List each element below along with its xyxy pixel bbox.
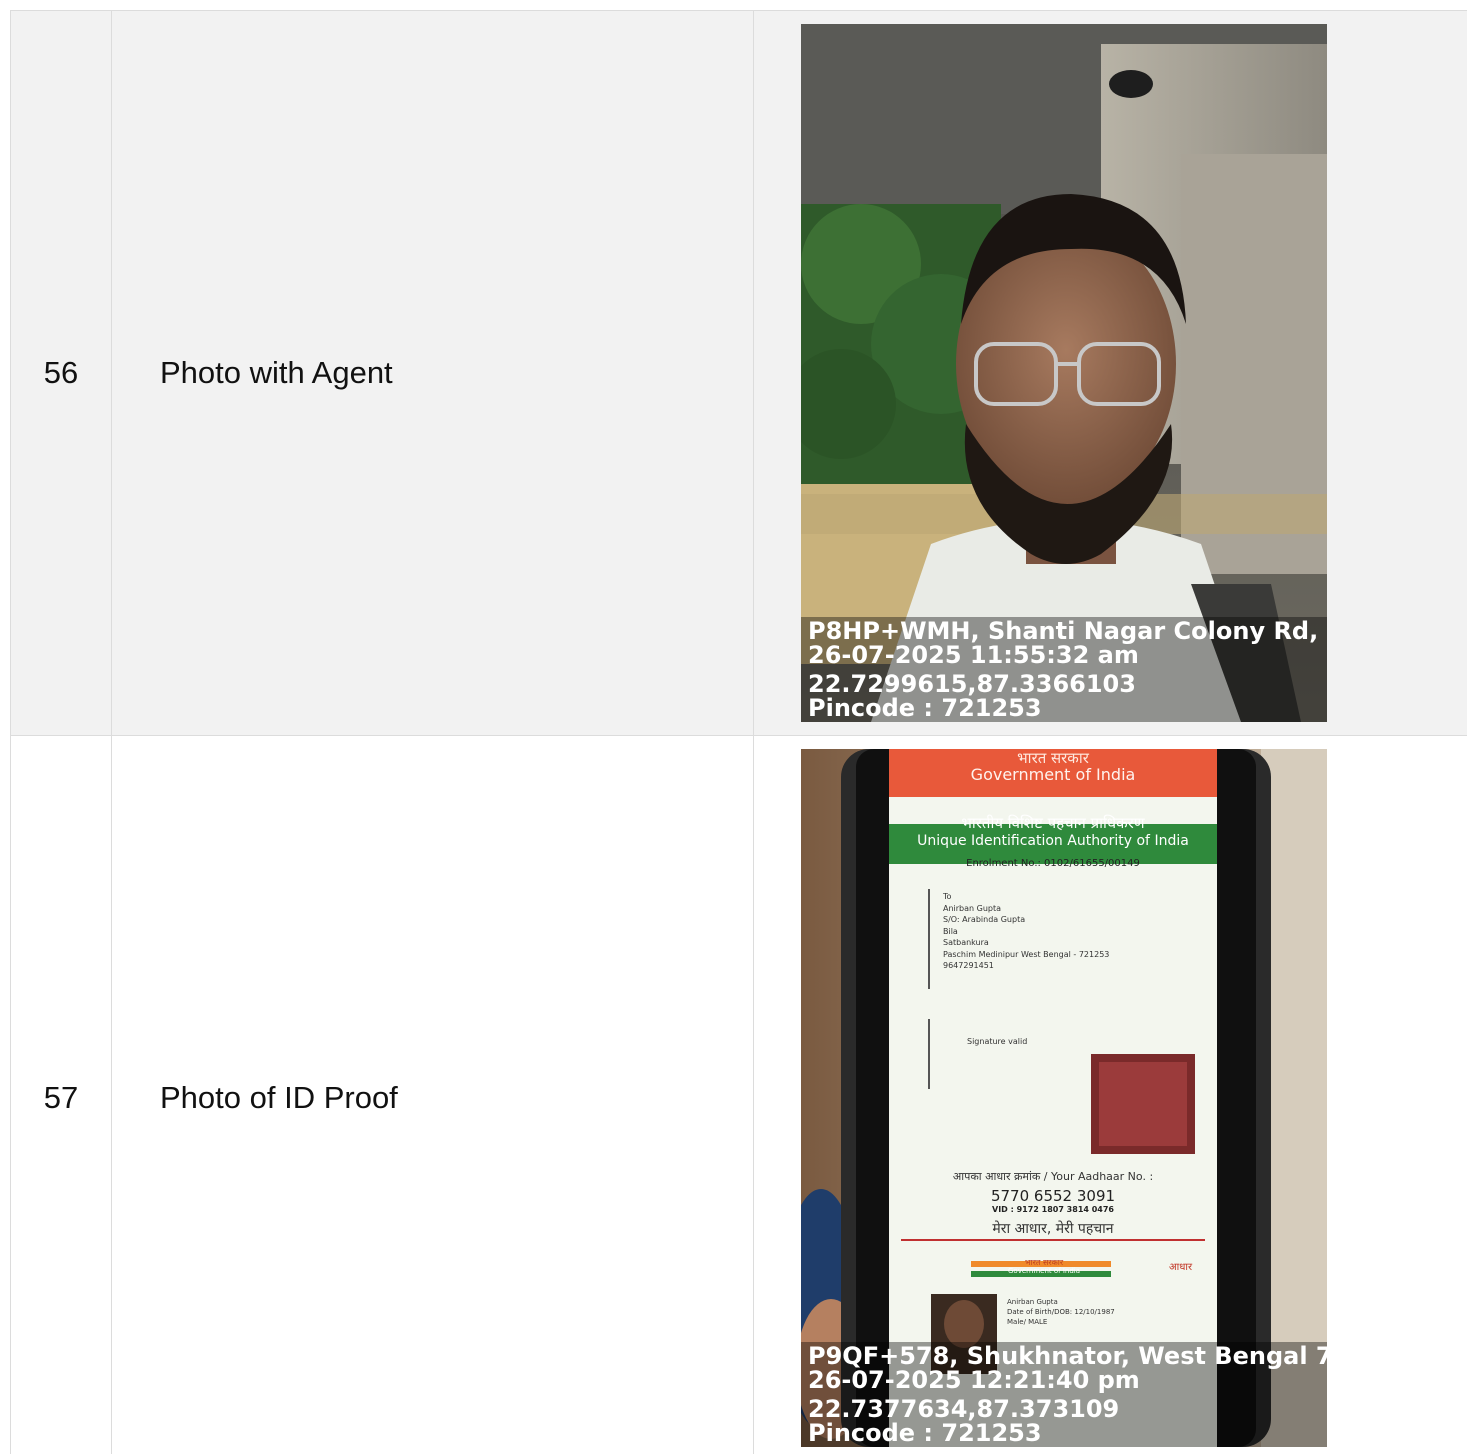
card-phone: 9647291451 [943,961,994,970]
table-row: 57 Photo of ID Proof भारत सरकार Governme… [10,735,1467,1454]
stamp-coordinates: 22.7299615,87.3366103 [808,670,1136,698]
row-number: 56 [10,10,112,736]
row-label: Photo with Agent [111,10,754,736]
card-enrolment: Enrolment No.: 0102/61655/00149 [966,858,1140,869]
card-relation: S/O: Arabinda Gupta [943,915,1026,924]
geo-stamp: P8HP+WMH, Shanti Nagar Colony Rd, Durlav… [801,617,1327,722]
card-to: To [943,892,952,901]
card-place2: Satbankura [943,938,989,947]
document-page: 56 Photo with Agent P8HP+WMH, Shanti Nag… [0,0,1467,1454]
row-label: Photo of ID Proof [111,735,754,1454]
stamp-datetime: 26-07-2025 11:55:32 am [808,641,1139,669]
card-place1: Bila [943,926,958,936]
row-number: 57 [10,735,112,1454]
id-proof-photo: भारत सरकार Government of India भारतीय वि… [801,749,1327,1447]
stamp-address: P8HP+WMH, Shanti Nagar Colony Rd, Durlav [808,617,1327,645]
card-lower-name: Anirban Gupta [1007,1298,1058,1306]
records-table: 56 Photo with Agent P8HP+WMH, Shanti Nag… [10,10,1467,1454]
card-address-block: To Anirban Gupta S/O: Arabinda Gupta Bil… [943,891,1109,972]
photo-cell: भारत सरकार Government of India भारतीय वि… [753,735,1467,1454]
card-vid: VID : 9172 1807 3814 0476 [992,1205,1114,1214]
card-tagline: मेरा आधार, मेरी पहचान [992,1221,1114,1237]
card-lower-gender: Male/ MALE [1007,1318,1048,1326]
card-gov-hindi: भारत सरकार [1017,749,1089,767]
card-gov-english: Government of India [970,765,1136,784]
stamp-pincode: Pincode : 721253 [808,1419,1042,1447]
table-row: 56 Photo with Agent P8HP+WMH, Shanti Nag… [10,10,1467,736]
agent-photo: P8HP+WMH, Shanti Nagar Colony Rd, Durlav… [801,24,1327,722]
card-aadhaar-number: 5770 6552 3091 [990,1187,1116,1205]
card-lower-details: Anirban Gupta Date of Birth/DOB: 12/10/1… [1007,1297,1115,1327]
card-name: Anirban Gupta [943,903,1002,913]
card-uidai-english: Unique Identification Authority of India [917,833,1189,849]
card-uidai-hindi: भारतीय विशिष्ट पहचान प्राधिकरण [961,814,1145,832]
card-gov-small-english: Government of India [1007,1267,1081,1275]
card-aadhaar-caption: आपका आधार क्रमांक / Your Aadhaar No. : [952,1170,1154,1183]
card-lower-dob: Date of Birth/DOB: 12/10/1987 [1007,1308,1115,1316]
photo-cell: P8HP+WMH, Shanti Nagar Colony Rd, Durlav… [753,10,1467,736]
stamp-coordinates: 22.7377634,87.373109 [808,1395,1120,1423]
geo-stamp: P9QF+578, Shukhnator, West Bengal 721253… [801,1342,1327,1447]
aadhaar-logo-icon: आधार [1169,1262,1193,1273]
stamp-datetime: 26-07-2025 12:21:40 pm [808,1366,1140,1394]
card-place3: Paschim Medinipur West Bengal - 721253 [943,949,1110,959]
stamp-address: P9QF+578, Shukhnator, West Bengal 721253 [808,1342,1327,1370]
stamp-pincode: Pincode : 721253 [808,694,1042,722]
card-signature: Signature valid [967,1037,1028,1046]
